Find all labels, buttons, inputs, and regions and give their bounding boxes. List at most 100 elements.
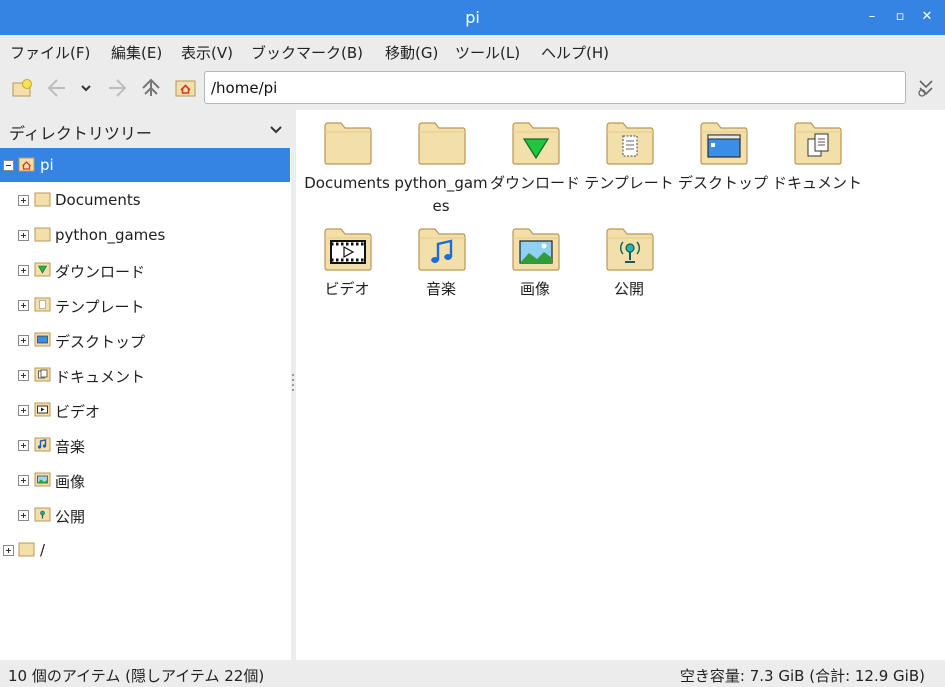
folder-publicshare-icon bbox=[605, 226, 655, 272]
window-titlebar[interactable]: pi – ▫ ✕ bbox=[0, 0, 945, 35]
file-item[interactable]: ドキュメント bbox=[770, 112, 864, 212]
folder-icon bbox=[323, 120, 373, 166]
tree-item-label: テンプレート bbox=[55, 298, 145, 316]
side-pane-title: ディレクトリツリー bbox=[9, 124, 152, 143]
file-item[interactable]: デスクトップ bbox=[676, 112, 770, 212]
file-name: デスクトップ bbox=[677, 174, 768, 192]
tree-item-python-games[interactable]: python_games bbox=[0, 218, 290, 252]
splitter-grip bbox=[292, 379, 294, 381]
expand-icon[interactable] bbox=[3, 545, 14, 556]
folder-icon bbox=[417, 120, 467, 166]
forward-icon[interactable] bbox=[105, 76, 129, 100]
back-icon[interactable] bbox=[45, 76, 69, 100]
file-name: テンプレート bbox=[584, 174, 674, 192]
folder-icon bbox=[34, 226, 51, 242]
folder-pictures-icon bbox=[511, 226, 561, 272]
file-item[interactable]: テンプレート bbox=[582, 112, 676, 212]
expand-icon[interactable] bbox=[18, 510, 29, 521]
expand-icon[interactable] bbox=[18, 440, 29, 451]
toolbar: /home/pi bbox=[0, 67, 945, 110]
tree-item-documents[interactable]: Documents bbox=[0, 183, 290, 217]
folder-music-icon bbox=[417, 226, 467, 272]
file-item[interactable]: 公開 bbox=[582, 218, 676, 298]
folder-download-icon bbox=[511, 120, 561, 166]
splitter-grip bbox=[292, 384, 294, 386]
tree-item-label: pi bbox=[40, 156, 54, 174]
tree-item-desktop[interactable]: デスクトップ bbox=[0, 323, 290, 357]
folder-videos-icon bbox=[34, 401, 51, 417]
close-icon[interactable]: ✕ bbox=[917, 6, 937, 28]
tree-item-pi[interactable]: pi bbox=[0, 148, 290, 182]
folder-desktop-icon bbox=[34, 331, 51, 347]
expand-icon[interactable] bbox=[18, 230, 29, 241]
folder-documents-icon bbox=[793, 120, 843, 166]
tree-item-label: Documents bbox=[55, 191, 141, 209]
file-view[interactable]: Documents python_games ダウンロード テンプレート デスク… bbox=[296, 110, 945, 660]
home-icon[interactable] bbox=[174, 76, 198, 100]
tree-item-filesystem-root[interactable]: / bbox=[0, 533, 290, 567]
folder-templates-icon bbox=[605, 120, 655, 166]
expand-icon[interactable] bbox=[18, 195, 29, 206]
tree-item-videos[interactable]: ビデオ bbox=[0, 393, 290, 427]
tree-item-downloads[interactable]: ダウンロード bbox=[0, 253, 290, 287]
tree-item-public[interactable]: 公開 bbox=[0, 498, 290, 532]
file-name: Documents bbox=[304, 174, 390, 192]
tree-item-templates[interactable]: テンプレート bbox=[0, 288, 290, 322]
expand-icon[interactable] bbox=[18, 300, 29, 311]
folder-templates-icon bbox=[34, 296, 51, 312]
menu-file[interactable]: ファイル(F) bbox=[10, 42, 90, 63]
tree-item-documents-jp[interactable]: ドキュメント bbox=[0, 358, 290, 392]
item-count: 10 個のアイテム (隠しアイテム 22個) bbox=[8, 667, 265, 685]
file-name: python_games bbox=[394, 174, 488, 215]
splitter-grip bbox=[292, 374, 294, 376]
up-icon[interactable] bbox=[139, 76, 163, 100]
tree-item-music[interactable]: 音楽 bbox=[0, 428, 290, 462]
menu-go[interactable]: 移動(G) bbox=[385, 42, 438, 63]
menu-view[interactable]: 表示(V) bbox=[181, 42, 233, 63]
expand-icon[interactable] bbox=[18, 370, 29, 381]
history-dropdown-icon[interactable] bbox=[78, 76, 102, 100]
splitter-grip bbox=[292, 389, 294, 391]
tree-item-label: ビデオ bbox=[55, 403, 101, 421]
tree-item-label: ダウンロード bbox=[55, 263, 146, 281]
file-item[interactable]: ビデオ bbox=[300, 218, 394, 298]
menu-tools[interactable]: ツール(L) bbox=[455, 42, 520, 63]
menubar: ファイル(F) 編集(E) 表示(V) ブックマーク(B) 移動(G) ツール(… bbox=[0, 35, 945, 67]
file-name: ドキュメント bbox=[771, 174, 862, 192]
folder-desktop-icon bbox=[699, 120, 749, 166]
new-tab-icon[interactable] bbox=[11, 76, 35, 100]
folder-icon bbox=[18, 541, 35, 557]
chevron-down-icon[interactable] bbox=[269, 119, 283, 143]
file-name: ダウンロード bbox=[489, 174, 580, 192]
expand-icon[interactable] bbox=[18, 475, 29, 486]
window-title: pi bbox=[465, 8, 480, 27]
file-item[interactable]: Documents bbox=[300, 112, 394, 212]
file-item[interactable]: python_games bbox=[394, 112, 488, 215]
folder-publicshare-icon bbox=[34, 506, 51, 522]
expand-icon[interactable] bbox=[18, 335, 29, 346]
tree-item-pictures[interactable]: 画像 bbox=[0, 463, 290, 497]
menu-help[interactable]: ヘルプ(H) bbox=[541, 42, 609, 63]
folder-icon bbox=[34, 191, 51, 207]
tree-item-label: ドキュメント bbox=[55, 368, 146, 386]
file-name: 画像 bbox=[519, 280, 550, 298]
expand-icon[interactable] bbox=[18, 265, 29, 276]
folder-music-icon bbox=[34, 436, 51, 452]
file-item[interactable]: ダウンロード bbox=[488, 112, 582, 212]
tree-item-label: 画像 bbox=[55, 473, 86, 491]
expand-icon[interactable] bbox=[18, 405, 29, 416]
file-name: 公開 bbox=[613, 280, 644, 298]
file-name: ビデオ bbox=[324, 280, 370, 298]
menu-edit[interactable]: 編集(E) bbox=[111, 42, 162, 63]
minimize-icon[interactable]: – bbox=[862, 6, 882, 28]
collapse-icon[interactable] bbox=[3, 160, 14, 171]
file-item[interactable]: 音楽 bbox=[394, 218, 488, 298]
address-bar[interactable]: /home/pi bbox=[204, 71, 906, 104]
file-item[interactable]: 画像 bbox=[488, 218, 582, 298]
tree-item-label: / bbox=[40, 541, 46, 559]
go-icon[interactable] bbox=[914, 76, 938, 100]
menu-bookmarks[interactable]: ブックマーク(B) bbox=[251, 42, 363, 63]
side-pane-selector[interactable]: ディレクトリツリー bbox=[0, 110, 291, 148]
maximize-icon[interactable]: ▫ bbox=[890, 6, 910, 28]
file-name: 音楽 bbox=[425, 280, 456, 298]
